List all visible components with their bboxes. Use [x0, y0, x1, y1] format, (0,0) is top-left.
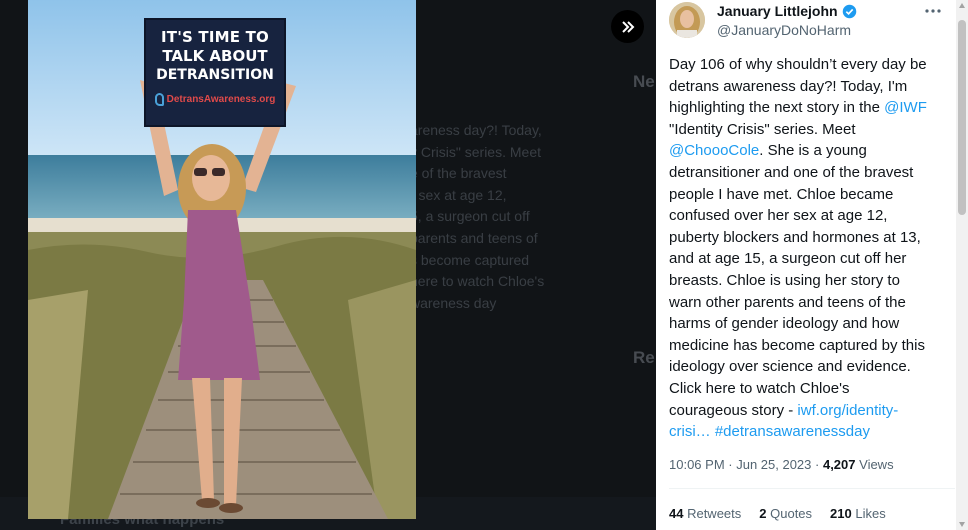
- author-handle[interactable]: @JanuaryDoNoHarm: [717, 22, 851, 38]
- tweet-text-line: people I have met. Chloe became: [669, 184, 955, 206]
- tweet-time[interactable]: 10:06 PM: [669, 457, 725, 472]
- more-options-icon[interactable]: [924, 4, 942, 18]
- tweet-text-segment: confused over her sex at age 12,: [669, 207, 888, 225]
- retweets-label: Retweets: [683, 506, 742, 521]
- scroll-down-arrow-icon[interactable]: [959, 522, 965, 527]
- tweet-text-line: courageous story - iwf.org/identity-: [669, 400, 955, 422]
- tweet-text-segment: warn other parents and teens of the: [669, 293, 906, 311]
- tweet-text-line: Click here to watch Chloe's: [669, 378, 955, 400]
- tweet-text-segment: harms of gender ideology and how: [669, 315, 900, 333]
- quotes-stat[interactable]: 2 Quotes: [759, 506, 812, 521]
- avatar[interactable]: [669, 2, 705, 38]
- tweet-text-segment: detrans awareness day?! Today, I'm: [669, 77, 908, 95]
- tweet-text-segment: Click here to watch Chloe's: [669, 379, 850, 397]
- tweet-text-line: "Identity Crisis" series. Meet: [669, 119, 955, 141]
- tweet-text-line: medicine has become captured by this: [669, 335, 955, 357]
- tweet-text-segment: people I have met. Chloe became: [669, 185, 894, 203]
- quotes-count: 2: [759, 506, 767, 521]
- tweet-text-line: puberty blockers and hormones at 13,: [669, 227, 955, 249]
- collapse-panel-button[interactable]: [611, 10, 644, 43]
- scrollbar[interactable]: [956, 0, 968, 530]
- likes-count: 210: [830, 506, 852, 521]
- tweet-panel: January Littlejohn @JanuaryDoNoHarm Day …: [656, 0, 968, 530]
- tweet-text-line: breasts. Chloe is using her story to: [669, 270, 955, 292]
- tweet-text-segment: courageous story -: [669, 401, 798, 419]
- seahorse-logo-icon: [154, 93, 164, 106]
- background-text-line: s become captured: [410, 251, 530, 268]
- sign-line-2: TALK ABOUT: [162, 47, 268, 65]
- tweet-text-segment: medicine has become captured by this: [669, 336, 925, 354]
- author-name-text: January Littlejohn: [717, 3, 838, 19]
- tweet-text-line: and at age 15, a surgeon cut off her: [669, 248, 955, 270]
- tweet-text-line: confused over her sex at age 12,: [669, 205, 955, 227]
- meta-separator: ·: [724, 457, 737, 472]
- tweet-photo[interactable]: IT'S TIME TO TALK ABOUT DETRANSITION Det…: [28, 0, 416, 519]
- tweet-text-segment: "Identity Crisis" series. Meet: [669, 120, 856, 138]
- background-heading: Ne: [633, 72, 655, 91]
- background-text-line: here to watch Chloe's: [410, 273, 545, 290]
- tweet-link[interactable]: iwf.org/identity-: [797, 402, 898, 419]
- tweet-text-segment: and at age 15, a surgeon cut off her: [669, 250, 907, 268]
- scrollbar-thumb[interactable]: [958, 20, 966, 215]
- double-chevron-right-icon: [621, 20, 634, 33]
- sign-site: DetransAwareness.org: [146, 93, 284, 106]
- tweet-text-line: detransitioner and one of the bravest: [669, 162, 955, 184]
- tweet-link[interactable]: #detransawarenessday: [715, 423, 870, 440]
- background-text-line: parents and teens of: [410, 229, 538, 246]
- retweets-count: 44: [669, 506, 684, 521]
- tweet-stats: 44 Retweets 2 Quotes 210 Likes: [669, 506, 886, 521]
- tweet-meta: 10:06 PM · Jun 25, 2023 · 4,207 Views: [669, 457, 894, 472]
- retweets-stat[interactable]: 44 Retweets: [669, 506, 741, 521]
- divider: [669, 488, 955, 489]
- media-viewer: areness day?! Today, y Crisis" series. Me…: [0, 0, 656, 530]
- tweet-text-segment: highlighting the next story in the: [669, 99, 885, 117]
- background-heading: Re: [633, 348, 655, 367]
- likes-stat[interactable]: 210 Likes: [830, 506, 886, 521]
- background-text-line: e of the bravest: [410, 165, 507, 182]
- background-text-line: r sex at age 12,: [410, 186, 507, 203]
- tweet-text: Day 106 of why shouldn’t every day be det…: [669, 54, 955, 443]
- tweet-link[interactable]: @IWF: [884, 99, 927, 116]
- scroll-up-arrow-icon[interactable]: [959, 3, 965, 8]
- tweet-text-line: Day 106 of why shouldn’t every day be: [669, 54, 955, 76]
- meta-separator: ·: [811, 457, 823, 472]
- tweet-text-segment: breasts. Chloe is using her story to: [669, 271, 900, 289]
- tweet-text-line: crisi… #detransawarenessday: [669, 421, 955, 443]
- quotes-label: Quotes: [766, 506, 813, 521]
- tweet-date[interactable]: Jun 25, 2023: [736, 457, 811, 472]
- background-text-line: areness day?! Today,: [410, 122, 542, 138]
- tweet-text-segment: detransitioner and one of the bravest: [669, 163, 914, 181]
- background-text-line: wareness day: [410, 294, 497, 311]
- tweet-text-segment: . She is a young: [759, 142, 867, 160]
- views-label: Views: [855, 457, 894, 472]
- author-name[interactable]: January Littlejohn: [717, 3, 857, 19]
- tweet-link[interactable]: @ChoooCole: [669, 142, 759, 159]
- verified-badge-icon: [842, 4, 856, 18]
- likes-label: Likes: [851, 506, 886, 521]
- tweet-text-line: warn other parents and teens of the: [669, 292, 955, 314]
- protest-sign: IT'S TIME TO TALK ABOUT DETRANSITION Det…: [144, 18, 286, 127]
- sign-line-1: IT'S TIME TO: [160, 28, 270, 46]
- views-count: 4,207: [822, 457, 856, 472]
- tweet-text-line: ideology over science and evidence.: [669, 356, 955, 378]
- tweet-text-segment: puberty blockers and hormones at 13,: [669, 228, 921, 246]
- tweet-text-line: highlighting the next story in the @IWF: [669, 97, 955, 119]
- sign-line-3: DETRANSITION: [156, 67, 274, 83]
- tweet-text-segment: ideology over science and evidence.: [669, 358, 911, 376]
- background-text-line: y Crisis" series. Meet: [410, 143, 541, 160]
- tweet-text-line: @ChoooCole. She is a young: [669, 140, 955, 162]
- tweet-text-line: detrans awareness day?! Today, I'm: [669, 76, 955, 98]
- sign-site-text: DetransAwareness.org: [166, 94, 276, 105]
- tweet-text-segment: Day 106 of why shouldn’t every day be: [669, 56, 927, 73]
- tweet-link[interactable]: crisi…: [669, 423, 711, 440]
- background-text-line: 5, a surgeon cut off: [410, 208, 530, 225]
- background-tweet-text: areness day?! Today, y Crisis" series. Me…: [410, 120, 600, 314]
- tweet-text-line: harms of gender ideology and how: [669, 313, 955, 335]
